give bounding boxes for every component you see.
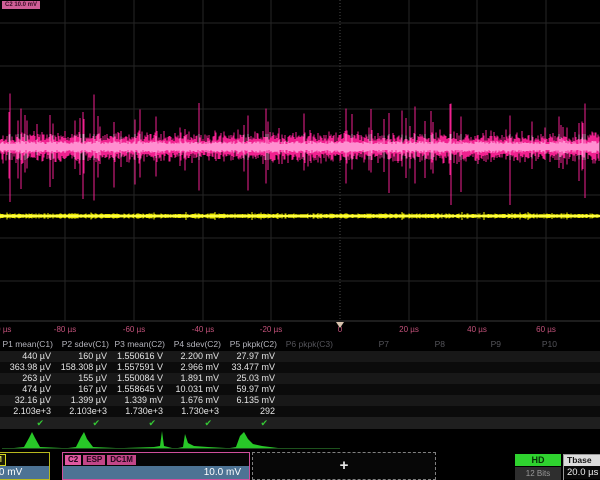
- hd-acquisition-block[interactable]: HD 12 Bits: [515, 454, 561, 480]
- axis-label: 20 µs: [385, 325, 433, 334]
- table-row-max: 474 µV 167 µV 1.558645 V 10.031 mV 59.97…: [0, 384, 600, 395]
- cell: 33.477 mV: [224, 362, 280, 373]
- cell: 158.308 µV: [56, 362, 112, 373]
- time-axis: -100 µs -80 µs -60 µs -40 µs -20 µs 0 20…: [0, 322, 600, 337]
- cell: 1.558645 V: [112, 384, 168, 395]
- measure-p1[interactable]: P1 mean(C1): [0, 338, 56, 351]
- c2-coupling-badge: DC1M: [107, 455, 136, 465]
- cell: 6.135 mV: [224, 395, 280, 406]
- channel-c1-descriptor[interactable]: C1 DC1M 10.0 mV: [0, 452, 50, 480]
- cell: 440 µV: [0, 351, 56, 362]
- hd-bits-label: 12 Bits: [515, 467, 561, 480]
- axis-label: -100 µs: [0, 325, 22, 334]
- measure-p6[interactable]: P6 pkpk(C3): [280, 338, 336, 351]
- table-row-mean: 363.98 µV 158.308 µV 1.557591 V 2.966 mV…: [0, 362, 600, 373]
- histicon-row: [0, 430, 600, 451]
- cell: 1.399 µV: [56, 395, 112, 406]
- axis-label: -40 µs: [179, 325, 227, 334]
- channel-c2-descriptor[interactable]: C2 ESP DC1M 10.0 mV: [62, 452, 250, 480]
- trigger-position-marker[interactable]: [336, 322, 344, 328]
- cell: 1.676 mV: [168, 395, 224, 406]
- cell: 474 µV: [0, 384, 56, 395]
- cell: 10.031 mV: [168, 384, 224, 395]
- cell: 59.97 mV: [224, 384, 280, 395]
- timebase-label: Tbase: [564, 455, 600, 466]
- measure-p5[interactable]: P5 pkpk(C2): [224, 338, 280, 351]
- table-row-min: 263 µV 155 µV 1.550084 V 1.891 mV 25.03 …: [0, 373, 600, 384]
- cell: 292: [224, 406, 280, 417]
- axis-label: -60 µs: [110, 325, 158, 334]
- status-check-icon: ✔: [224, 417, 280, 429]
- add-trace-button[interactable]: +: [252, 452, 436, 480]
- measure-p4[interactable]: P4 sdev(C2): [168, 338, 224, 351]
- measure-p7[interactable]: P7: [336, 338, 392, 351]
- measure-p2[interactable]: P2 sdev(C1): [56, 338, 112, 351]
- c2-scale-value: 10.0 mV: [63, 466, 249, 479]
- axis-label: 40 µs: [453, 325, 501, 334]
- c1-coupling-badge: DC1M: [0, 454, 6, 466]
- measurement-table: P1 mean(C1) P2 sdev(C1) P3 mean(C2) P4 s…: [0, 338, 600, 429]
- cell: 2.103e+3: [0, 406, 56, 417]
- hd-badge[interactable]: HD: [515, 454, 561, 466]
- histicon-p4[interactable]: [178, 430, 226, 449]
- measure-p9[interactable]: P9: [448, 338, 504, 351]
- cell: 2.966 mV: [168, 362, 224, 373]
- table-row-value: 440 µV 160 µV 1.550616 V 2.200 mV 27.97 …: [0, 351, 600, 362]
- cell: 1.730e+3: [112, 406, 168, 417]
- measure-p8[interactable]: P8: [392, 338, 448, 351]
- waveform-grid[interactable]: C2 10.0 mV: [0, 0, 600, 322]
- axis-label: 60 µs: [522, 325, 570, 334]
- status-check-icon: ✔: [168, 417, 224, 429]
- cell: 25.03 mV: [224, 373, 280, 384]
- waveform-traces: [0, 0, 600, 322]
- axis-label: -20 µs: [247, 325, 295, 334]
- cell: 32.16 µV: [0, 395, 56, 406]
- c1-scale-value: 10.0 mV: [0, 466, 49, 479]
- measurement-header-row: P1 mean(C1) P2 sdev(C1) P3 mean(C2) P4 s…: [0, 338, 600, 351]
- oscilloscope-screen: C2 10.0 mV -100 µs -80 µs -60 µs -40 µs …: [0, 0, 600, 480]
- cell: 27.97 mV: [224, 351, 280, 362]
- status-check-icon: ✔: [112, 417, 168, 429]
- status-check-icon: ✔: [56, 417, 112, 429]
- cell: 167 µV: [56, 384, 112, 395]
- table-row-num: 2.103e+3 2.103e+3 1.730e+3 1.730e+3 292: [0, 406, 600, 417]
- cell: 160 µV: [56, 351, 112, 362]
- cell: 1.550616 V: [112, 351, 168, 362]
- cell: 2.200 mV: [168, 351, 224, 362]
- cell: 1.550084 V: [112, 373, 168, 384]
- c2-esp-badge: ESP: [83, 455, 105, 465]
- cell: 1.339 mV: [112, 395, 168, 406]
- cell: 1.891 mV: [168, 373, 224, 384]
- cell: 2.103e+3: [56, 406, 112, 417]
- cell: 363.98 µV: [0, 362, 56, 373]
- trace-annotation-badge[interactable]: C2 10.0 mV: [2, 1, 40, 9]
- status-check-icon: ✔: [0, 417, 56, 429]
- cell: 263 µV: [0, 373, 56, 384]
- histicon-p1[interactable]: [14, 430, 62, 449]
- descriptor-bar: C1 DC1M 10.0 mV C2 ESP DC1M 10.0 mV + HD…: [0, 452, 600, 480]
- histicon-p3[interactable]: [124, 430, 172, 449]
- histicon-p5[interactable]: [230, 430, 278, 449]
- cell: 1.730e+3: [168, 406, 224, 417]
- timebase-value: 20.0 µs: [564, 466, 600, 479]
- timebase-descriptor[interactable]: Tbase 20.0 µs: [563, 454, 600, 480]
- table-row-sdev: 32.16 µV 1.399 µV 1.339 mV 1.676 mV 6.13…: [0, 395, 600, 406]
- cell: 155 µV: [56, 373, 112, 384]
- measure-p3[interactable]: P3 mean(C2): [112, 338, 168, 351]
- c2-label: C2: [65, 455, 81, 465]
- histicon-p2[interactable]: [68, 430, 116, 449]
- table-row-status: ✔ ✔ ✔ ✔ ✔: [0, 417, 600, 429]
- measure-p10[interactable]: P10: [504, 338, 560, 351]
- cell: 1.557591 V: [112, 362, 168, 373]
- axis-label: -80 µs: [41, 325, 89, 334]
